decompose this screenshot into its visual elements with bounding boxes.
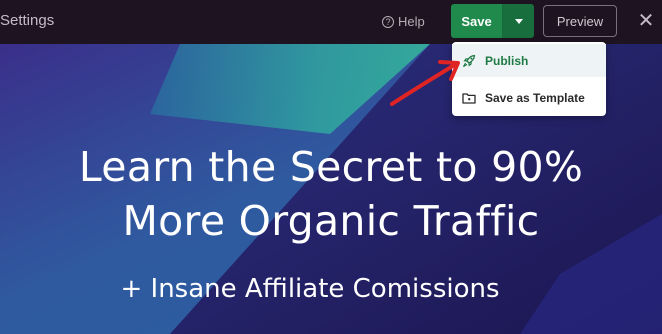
settings-tab[interactable]: Settings bbox=[0, 12, 54, 29]
menu-item-publish[interactable]: Publish bbox=[452, 44, 606, 77]
rocket-icon bbox=[462, 54, 476, 67]
help-label: Help bbox=[398, 14, 425, 29]
preview-button[interactable]: Preview bbox=[543, 5, 617, 37]
editor-toolbar: Settings ? Help Save Preview ✕ bbox=[0, 0, 662, 44]
headline-line-2: More Organic Traffic bbox=[122, 197, 540, 245]
save-button-group: Save bbox=[451, 4, 534, 38]
menu-item-label: Save as Template bbox=[485, 90, 585, 105]
hero-subheadline: + Insane Affiliate Comissions bbox=[120, 274, 500, 304]
save-options-menu: Publish Save as Template bbox=[452, 42, 606, 116]
headline-line-1: Learn the Secret to 90% bbox=[78, 143, 584, 191]
menu-item-save-as-template[interactable]: Save as Template bbox=[452, 81, 606, 114]
menu-item-label: Publish bbox=[485, 53, 529, 68]
help-icon: ? bbox=[382, 15, 394, 28]
help-link[interactable]: ? Help bbox=[382, 14, 425, 29]
caret-down-icon bbox=[514, 18, 523, 24]
save-button[interactable]: Save bbox=[451, 4, 503, 38]
folder-icon bbox=[462, 92, 476, 104]
save-options-toggle[interactable] bbox=[503, 4, 534, 38]
hero-headline: Learn the Secret to 90% More Organic Tra… bbox=[0, 140, 662, 248]
close-button[interactable]: ✕ bbox=[636, 10, 656, 32]
